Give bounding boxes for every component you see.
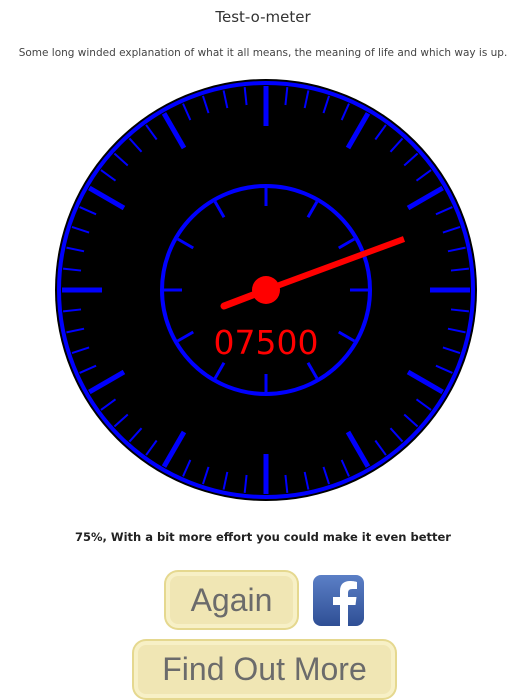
needle-hub xyxy=(252,276,280,304)
facebook-icon[interactable] xyxy=(313,575,364,626)
result-text: 75%, With a bit more effort you could ma… xyxy=(75,530,451,544)
gauge-readout: 07500 xyxy=(214,323,319,362)
again-button[interactable]: Again xyxy=(166,572,297,628)
intro-text: Some long winded explanation of what it … xyxy=(18,47,508,59)
find-out-more-button[interactable]: Find Out More xyxy=(134,641,395,698)
gauge: 07500 xyxy=(54,78,478,502)
page-title: Test-o-meter xyxy=(215,8,311,26)
gauge-dial: 07500 xyxy=(55,79,477,501)
